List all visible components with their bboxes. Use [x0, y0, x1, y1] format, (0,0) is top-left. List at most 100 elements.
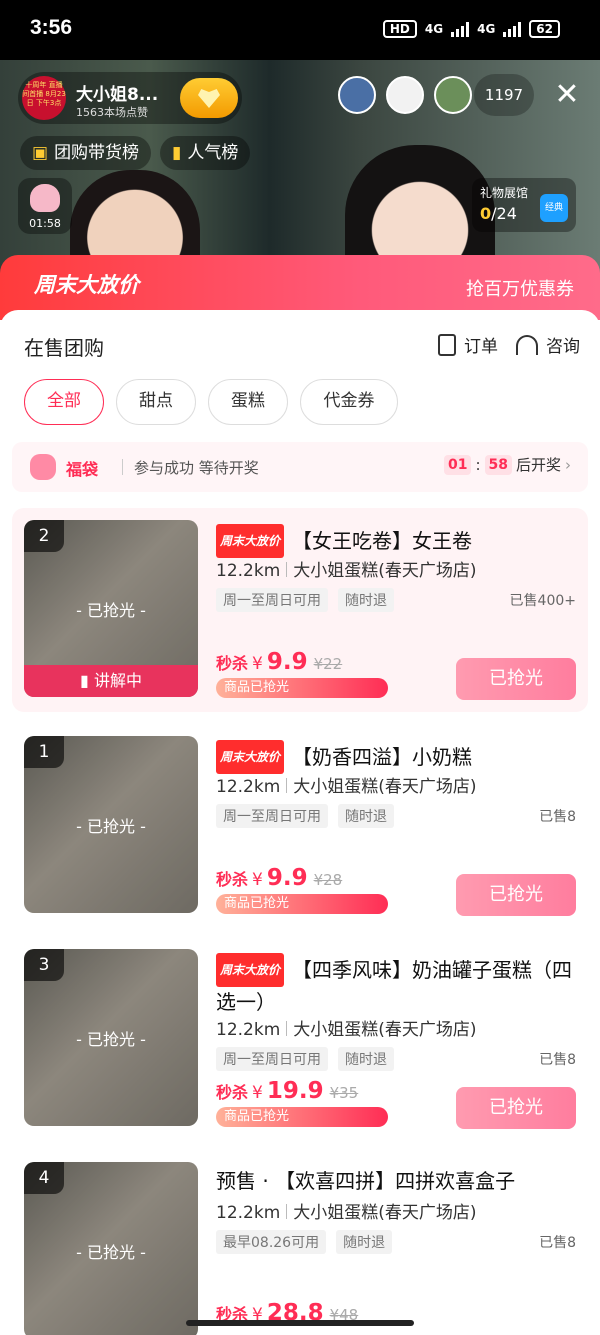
avatar[interactable] [338, 76, 376, 114]
stock-bar: 商品已抢光 [216, 1107, 388, 1127]
consult-button[interactable]: 咨询 [516, 332, 580, 357]
document-icon [438, 333, 456, 356]
promo-tag: 周末大放价 [216, 740, 285, 774]
rank-badge: 1 [24, 736, 64, 768]
rank-badge: 2 [24, 520, 64, 552]
sold-count: 已售8 [539, 1052, 576, 1068]
product-card[interactable]: - 已抢光 - 4 预售 · 【欢喜四拼】四拼欢喜盒子 12.2km 大小姐蛋糕(… [12, 1150, 588, 1335]
lucky-bag-icon [30, 454, 56, 480]
product-card[interactable]: - 已抢光 - 3 周末大放价 【四季风味】奶油罐子蛋糕（四选一） 12.2km 大… [12, 937, 588, 1141]
signal-icon [451, 21, 470, 37]
countdown-sep: : [475, 455, 481, 474]
orders-label: 订单 [464, 337, 498, 357]
sold-out-button[interactable]: 已抢光 [456, 658, 576, 700]
product-price: 秒杀 ¥9.9 ¥22 [216, 649, 343, 675]
product-price: 秒杀 ¥19.9 ¥35 [216, 1078, 359, 1104]
host-name: 大小姐8... [76, 85, 159, 105]
network-label-2: 4G [477, 22, 496, 36]
tab-cake[interactable]: 蛋糕 [208, 379, 288, 425]
host-likes: 1563本场点赞 [76, 106, 148, 119]
product-tags: 周一至周日可用 随时退 [216, 804, 394, 828]
rank-badge: 3 [24, 949, 64, 981]
close-icon[interactable]: ✕ [550, 80, 584, 114]
consult-label: 咨询 [546, 337, 580, 357]
lucky-bag-icon [30, 184, 60, 212]
product-name[interactable]: 周末大放价 【四季风味】奶油罐子蛋糕（四选一） [216, 953, 578, 1017]
product-image[interactable]: - 已抢光 - 1 [24, 736, 198, 913]
gift-hall-count: 0/24 [480, 204, 517, 223]
rank-badge: 4 [24, 1162, 64, 1194]
countdown-suffix: 后开奖 [516, 456, 562, 474]
signal-icon [503, 21, 522, 37]
product-name[interactable]: 周末大放价 【奶香四溢】小奶糕 [216, 740, 578, 774]
tab-dessert[interactable]: 甜点 [116, 379, 196, 425]
host-card[interactable]: 十周年 直播间首播 8月23日 下午3点 大小姐8... 1563本场点赞 [18, 72, 242, 124]
battery-icon: 62 [529, 20, 560, 38]
group-rank-chip[interactable]: ▣ 团购带货榜 [20, 136, 152, 170]
host-avatar[interactable]: 十周年 直播间首播 8月23日 下午3点 [22, 76, 66, 120]
sold-count: 已售8 [539, 1235, 576, 1251]
product-name[interactable]: 周末大放价 【女王吃卷】女王卷 [216, 524, 578, 558]
sold-count: 已售8 [539, 809, 576, 825]
product-tags: 周一至周日可用 随时退 [216, 1047, 394, 1071]
countdown-sec: 58 [484, 454, 513, 475]
lucky-bag-timer: 01:58 [29, 217, 61, 230]
divider [122, 459, 123, 475]
hd-icon: HD [382, 20, 417, 38]
countdown: 01 : 58 后开奖 › [444, 454, 571, 475]
home-indicator[interactable] [186, 1320, 414, 1326]
heart-icon [198, 89, 220, 108]
chevron-right-icon: › [565, 455, 572, 474]
orders-button[interactable]: 订单 [438, 332, 498, 357]
countdown-min: 01 [444, 454, 472, 475]
lucky-bag-status: 参与成功 等待开奖 [134, 459, 259, 477]
explaining-tag: ▮ 讲解中 [24, 665, 198, 697]
product-tags: 周一至周日可用 随时退 [216, 588, 394, 612]
panel-title: 在售团购 [24, 336, 104, 360]
promo-tag: 周末大放价 [216, 524, 285, 558]
sold-out-button[interactable]: 已抢光 [456, 874, 576, 916]
product-image[interactable]: - 已抢光 - 3 [24, 949, 198, 1126]
product-location: 12.2km 大小姐蛋糕(春天广场店) [216, 561, 477, 581]
product-image[interactable]: - 已抢光 - 2 ▮ 讲解中 [24, 520, 198, 697]
live-stream-video[interactable]: 十周年 直播间首播 8月23日 下午3点 大小姐8... 1563本场点赞 11… [0, 60, 600, 280]
product-location: 12.2km 大小姐蛋糕(春天广场店) [216, 777, 477, 797]
clock: 3:56 [30, 16, 73, 39]
network-label-1: 4G [424, 22, 444, 36]
product-card[interactable]: - 已抢光 - 1 周末大放价 【奶香四溢】小奶糕 12.2km 大小姐蛋糕(春天广… [12, 724, 588, 928]
sold-out-button[interactable]: 已抢光 [456, 1087, 576, 1129]
lucky-bag-bar[interactable]: 福袋 参与成功 等待开奖 01 : 58 后开奖 › [12, 442, 588, 492]
group-rank-label: 团购带货榜 [54, 143, 140, 163]
gift-badge: 经典 [540, 194, 568, 222]
tab-voucher[interactable]: 代金券 [300, 379, 398, 425]
stock-bar: 商品已抢光 [216, 894, 388, 914]
viewer-count[interactable]: 1197 [474, 74, 534, 116]
gift-hall-widget[interactable]: 礼物展馆 0/24 经典 [472, 178, 576, 232]
product-image[interactable]: - 已抢光 - 4 [24, 1162, 198, 1335]
sold-count: 已售400+ [509, 593, 576, 609]
status-icons: HD 4G 4G 62 [382, 20, 560, 38]
viewer-avatars[interactable] [338, 76, 472, 114]
follow-button[interactable] [180, 78, 238, 118]
product-name[interactable]: 预售 · 【欢喜四拼】四拼欢喜盒子 [216, 1166, 578, 1196]
product-card[interactable]: - 已抢光 - 2 ▮ 讲解中 周末大放价 【女王吃卷】女王卷 12.2km 大小姐… [12, 508, 588, 712]
bar-chart-icon: ▮ [80, 671, 94, 690]
lucky-bag-widget[interactable]: 01:58 [18, 178, 72, 234]
product-location: 12.2km 大小姐蛋糕(春天广场店) [216, 1203, 477, 1223]
product-panel: 在售团购 订单 咨询 全部 甜点 蛋糕 代金券 福袋 参与成功 等待开奖 01 … [0, 310, 600, 1335]
bar-chart-icon: ▮ [172, 143, 182, 163]
coupon-link[interactable]: 抢百万优惠券 [466, 275, 574, 301]
rank-icon: ▣ [32, 143, 49, 163]
promo-title: 周末大放价 [34, 273, 139, 297]
headset-icon [516, 334, 538, 355]
avatar[interactable] [434, 76, 472, 114]
status-bar: 3:56 HD 4G 4G 62 [0, 0, 600, 60]
stock-bar: 商品已抢光 [216, 678, 388, 698]
product-price: 秒杀 ¥9.9 ¥28 [216, 865, 343, 891]
tab-all[interactable]: 全部 [24, 379, 104, 425]
popular-rank-chip[interactable]: ▮ 人气榜 [160, 136, 251, 170]
avatar[interactable] [386, 76, 424, 114]
lucky-bag-label: 福袋 [66, 460, 99, 479]
product-location: 12.2km 大小姐蛋糕(春天广场店) [216, 1020, 477, 1040]
product-tags: 最早08.26可用 随时退 [216, 1230, 393, 1254]
